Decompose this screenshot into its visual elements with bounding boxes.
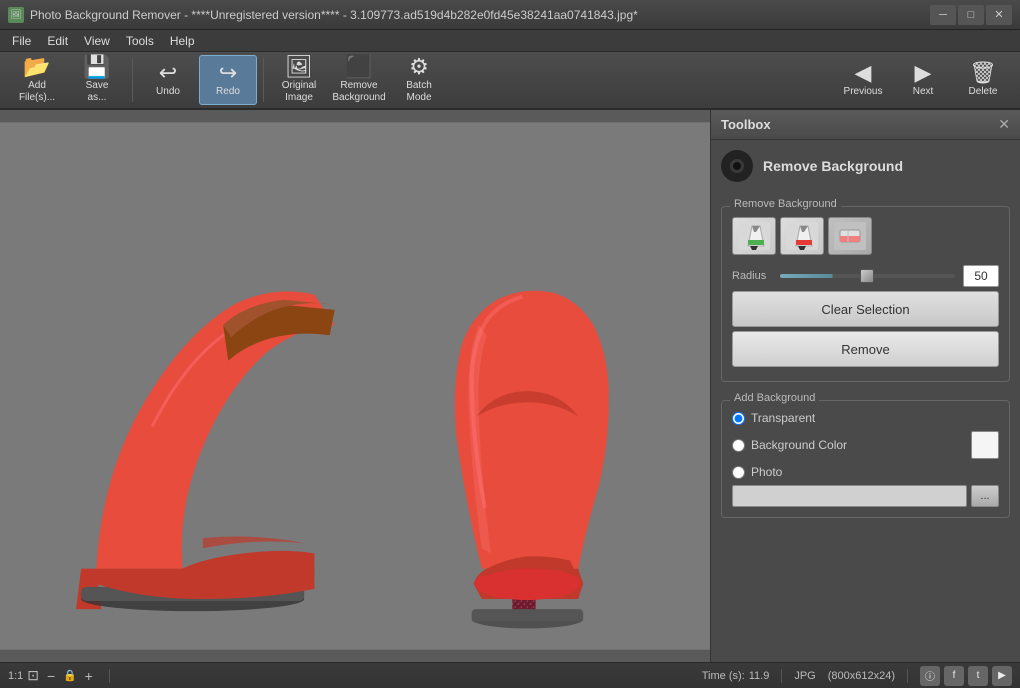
photo-input-row: ...: [732, 485, 999, 507]
close-button[interactable]: ✕: [986, 5, 1012, 25]
title-bar: 🖼 Photo Background Remover - ****Unregis…: [0, 0, 1020, 30]
red-pen-button[interactable]: [780, 217, 824, 255]
remove-bg-header: Remove Background: [721, 150, 1010, 182]
clear-selection-button[interactable]: Clear Selection: [732, 291, 999, 327]
next-icon: ▶: [915, 62, 932, 84]
toolbox-header: Toolbox ✕: [711, 110, 1020, 140]
remove-button[interactable]: Remove: [732, 331, 999, 367]
save-icon: 💾: [83, 56, 110, 78]
tool-buttons-row: [732, 217, 999, 255]
status-bar: 1:1 ⊡ − 🔒 + Time (s): 11.9 JPG (800x612x…: [0, 662, 1020, 688]
next-button[interactable]: ▶ Next: [894, 55, 952, 105]
zoom-lock-icon: 🔒: [63, 669, 77, 682]
zoom-level: 1:1: [8, 670, 23, 682]
browse-button[interactable]: ...: [971, 485, 999, 507]
canvas-area[interactable]: [0, 110, 710, 662]
radius-slider[interactable]: [780, 274, 955, 278]
toolbox-panel: Toolbox ✕ Remove Background Remove Backg…: [710, 110, 1020, 662]
transparent-radio-row: Transparent: [732, 411, 999, 425]
add-bg-group: Add Background Transparent Background Co…: [721, 400, 1010, 518]
photo-path-input[interactable]: [732, 485, 967, 507]
twitter-icon[interactable]: t: [968, 666, 988, 686]
toolbar: 📂 AddFile(s)... 💾 Saveas... ↩ Undo ↪ Red…: [0, 52, 1020, 110]
youtube-icon[interactable]: ▶: [992, 666, 1012, 686]
radius-label: Radius: [732, 270, 772, 282]
app-icon: 🖼: [8, 7, 24, 23]
photo-radio-row: Photo: [732, 465, 999, 479]
radius-value-input[interactable]: [963, 265, 999, 287]
photo-radio[interactable]: [732, 466, 745, 479]
undo-button[interactable]: ↩ Undo: [139, 55, 197, 105]
transparent-label: Transparent: [751, 411, 999, 425]
remove-bg-group: Remove Background: [721, 206, 1010, 382]
time-label: Time (s):: [702, 670, 745, 682]
photo-label: Photo: [751, 465, 999, 479]
save-as-button[interactable]: 💾 Saveas...: [68, 55, 126, 105]
radius-row: Radius: [732, 265, 999, 287]
batch-mode-button[interactable]: ⚙ BatchMode: [390, 55, 448, 105]
eraser-button[interactable]: [828, 217, 872, 255]
zoom-control: 1:1 ⊡ − 🔒 +: [8, 667, 97, 684]
undo-icon: ↩: [159, 62, 177, 84]
toolbar-separator-1: [132, 58, 133, 102]
remove-bg-group-label: Remove Background: [730, 198, 841, 210]
time-value: 11.9: [749, 670, 770, 682]
facebook-icon[interactable]: f: [944, 666, 964, 686]
image-dimensions: (800x612x24): [828, 670, 895, 682]
redo-icon: ↪: [219, 62, 237, 84]
info-icon[interactable]: ⓘ: [920, 666, 940, 686]
remove-bg-icon-circle: [721, 150, 753, 182]
remove-background-button[interactable]: ⬛ RemoveBackground: [330, 55, 388, 105]
image-format: JPG: [794, 670, 815, 682]
toolbar-separator-2: [263, 58, 264, 102]
main-area: Toolbox ✕ Remove Background Remove Backg…: [0, 110, 1020, 662]
time-display: Time (s): 11.9: [702, 670, 770, 682]
zoom-in-button[interactable]: +: [81, 668, 97, 684]
color-swatch[interactable]: [971, 431, 999, 459]
delete-icon: 🗑: [969, 62, 997, 84]
menu-edit[interactable]: Edit: [39, 32, 76, 50]
maximize-button[interactable]: □: [958, 5, 984, 25]
toolbox-content: Remove Background Remove Background: [711, 140, 1020, 528]
previous-icon: ◀: [855, 62, 872, 84]
delete-button[interactable]: 🗑 Delete: [954, 55, 1012, 105]
add-files-icon: 📂: [23, 56, 50, 78]
menu-help[interactable]: Help: [162, 32, 203, 50]
zoom-out-button[interactable]: −: [43, 668, 59, 684]
transparent-radio[interactable]: [732, 412, 745, 425]
remove-bg-icon: ⬛: [345, 56, 372, 78]
toolbox-title: Toolbox: [721, 117, 771, 132]
bg-color-radio[interactable]: [732, 439, 745, 452]
original-image-icon: 🖼: [285, 56, 313, 78]
minimize-button[interactable]: ─: [930, 5, 956, 25]
status-sep-3: [907, 669, 908, 683]
add-bg-group-label: Add Background: [730, 392, 819, 404]
redo-button[interactable]: ↪ Redo: [199, 55, 257, 105]
menu-tools[interactable]: Tools: [118, 32, 162, 50]
status-sep-2: [781, 669, 782, 683]
bg-color-radio-row: Background Color: [732, 431, 999, 459]
menu-view[interactable]: View: [76, 32, 118, 50]
window-title: Photo Background Remover - ****Unregiste…: [30, 8, 638, 22]
bg-color-label: Background Color: [751, 438, 965, 452]
zoom-fit-icon: ⊡: [27, 667, 39, 684]
menu-file[interactable]: File: [4, 32, 39, 50]
original-image-button[interactable]: 🖼 OriginalImage: [270, 55, 328, 105]
previous-button[interactable]: ◀ Previous: [834, 55, 892, 105]
batch-icon: ⚙: [409, 56, 429, 78]
green-pen-button[interactable]: [732, 217, 776, 255]
image-canvas: [0, 110, 710, 662]
social-icons: ⓘ f t ▶: [920, 666, 1012, 686]
toolbox-close-button[interactable]: ✕: [998, 116, 1010, 133]
menu-bar: File Edit View Tools Help: [0, 30, 1020, 52]
add-files-button[interactable]: 📂 AddFile(s)...: [8, 55, 66, 105]
status-sep-1: [109, 669, 110, 683]
remove-bg-title: Remove Background: [763, 158, 903, 174]
